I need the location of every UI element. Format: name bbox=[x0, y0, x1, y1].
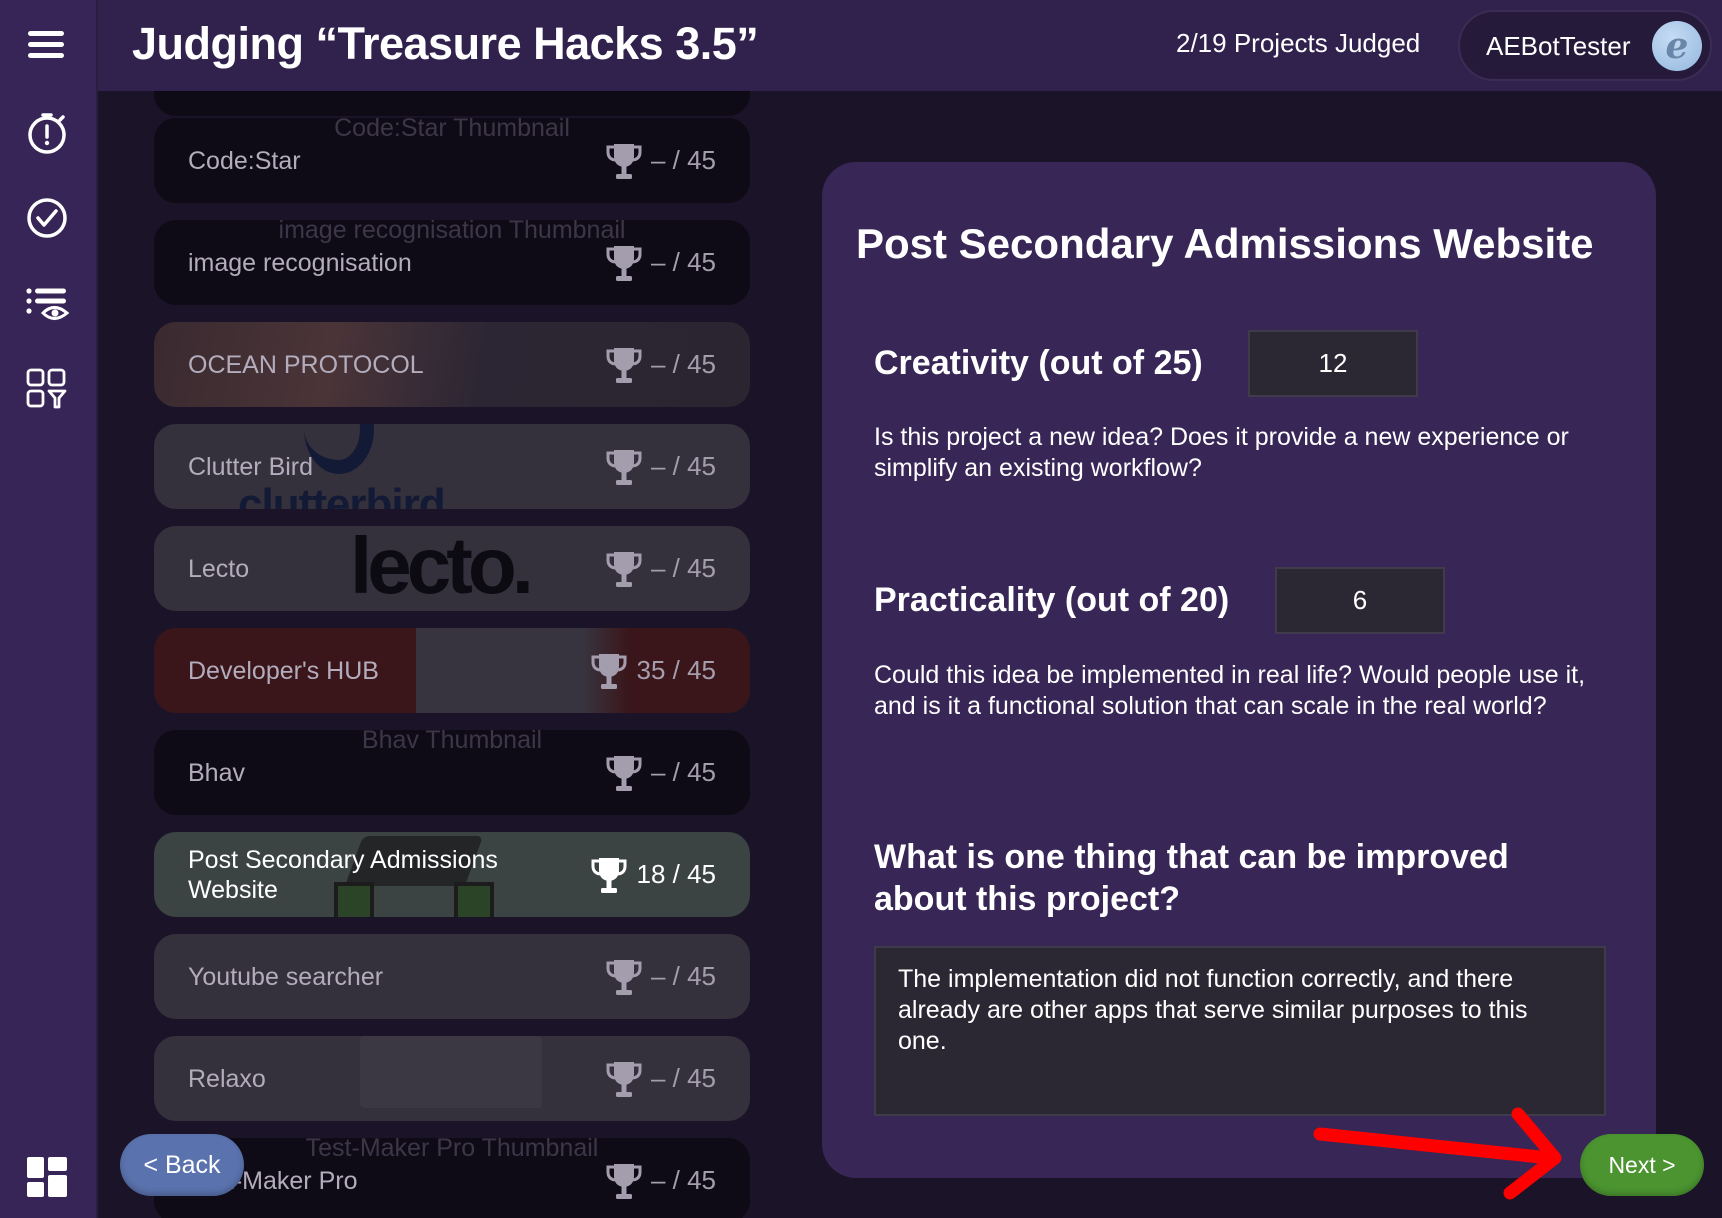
project-title: Post Secondary Admissions Website bbox=[856, 220, 1594, 267]
trophy-icon bbox=[591, 653, 627, 689]
list-eye-icon bbox=[26, 288, 70, 320]
trophy-icon bbox=[606, 245, 642, 281]
project-score: 18 / 45 bbox=[590, 832, 716, 917]
project-card[interactable]: Relaxo – / 45 bbox=[154, 1036, 750, 1121]
project-card-partial[interactable] bbox=[154, 91, 750, 116]
project-card[interactable]: Post Secondary Admissions Website 18 / 45 bbox=[154, 832, 750, 917]
avatar: e bbox=[1652, 21, 1702, 71]
project-score: – / 45 bbox=[605, 1138, 716, 1218]
score-text: – / 45 bbox=[650, 1165, 716, 1195]
project-score: – / 45 bbox=[605, 730, 716, 815]
practicality-description: Could this idea be implemented in real l… bbox=[874, 661, 1586, 720]
judged-progress-text: 2/19 Projects Judged bbox=[1176, 28, 1421, 58]
score-text: 18 / 45 bbox=[636, 859, 716, 889]
trophy-icon bbox=[606, 1061, 642, 1097]
project-score: – / 45 bbox=[605, 220, 716, 305]
back-button[interactable]: < Back bbox=[120, 1134, 244, 1196]
judging-form-panel: Post Secondary Admissions Website Creati… bbox=[822, 162, 1656, 1178]
project-score: – / 45 bbox=[605, 934, 716, 1019]
project-card[interactable]: Youtube searcher – / 45 bbox=[154, 934, 750, 1019]
project-score: – / 45 bbox=[605, 424, 716, 509]
project-name: Developer's HUB bbox=[188, 656, 379, 685]
score-text: – / 45 bbox=[650, 757, 716, 787]
project-name: Relaxo bbox=[188, 1064, 266, 1093]
project-name: Lecto bbox=[188, 554, 250, 583]
score-text: – / 45 bbox=[650, 961, 716, 991]
review-list-button[interactable] bbox=[24, 282, 70, 328]
project-name: Post Secondary Admissions Website bbox=[188, 845, 498, 904]
project-name: Youtube searcher bbox=[188, 962, 384, 991]
sidebar bbox=[0, 0, 98, 1218]
check-circle-icon bbox=[27, 198, 67, 238]
project-name: Code:Star bbox=[188, 146, 301, 175]
project-card[interactable]: Developer's HUB 35 / 45 bbox=[154, 628, 750, 713]
user-name: AEBotTester bbox=[1486, 31, 1631, 61]
practicality-label: Practicality (out of 20) bbox=[874, 581, 1230, 619]
score-text: – / 45 bbox=[650, 1063, 716, 1093]
filter-grid-button[interactable] bbox=[24, 366, 70, 412]
timer-button[interactable] bbox=[24, 110, 70, 156]
stopwatch-alert-icon bbox=[28, 113, 66, 154]
creativity-description: Is this project a new idea? Does it prov… bbox=[874, 423, 1569, 482]
score-text: – / 45 bbox=[650, 553, 716, 583]
trophy-icon bbox=[606, 755, 642, 791]
project-score: – / 45 bbox=[605, 322, 716, 407]
creativity-score-input[interactable] bbox=[1248, 330, 1418, 397]
score-text: 35 / 45 bbox=[636, 655, 716, 685]
trophy-icon bbox=[606, 347, 642, 383]
dashboard-button[interactable] bbox=[24, 1154, 70, 1200]
project-card[interactable]: Bhav Thumbnail Bhav – / 45 bbox=[154, 730, 750, 815]
trophy-icon bbox=[606, 143, 642, 179]
project-card[interactable]: lecto. Lecto – / 45 bbox=[154, 526, 750, 611]
user-menu[interactable]: AEBotTester e bbox=[1458, 10, 1712, 81]
menu-button[interactable] bbox=[24, 22, 70, 68]
project-name: Clutter Bird bbox=[188, 452, 314, 481]
project-card[interactable]: Test-Maker Pro Thumbnail Test-Maker Pro – … bbox=[154, 1138, 750, 1218]
thumbnail-calendar bbox=[360, 1036, 542, 1108]
project-score: – / 45 bbox=[605, 118, 716, 203]
feedback-question: What is one thing that can be improved a… bbox=[874, 838, 1509, 918]
project-card[interactable]: clutterbird Clutter Bird – / 45 bbox=[154, 424, 750, 509]
project-name: OCEAN PROTOCOL bbox=[188, 350, 424, 379]
score-text: – / 45 bbox=[650, 451, 716, 481]
project-card[interactable]: Code:Star Thumbnail Code:Star – / 45 bbox=[154, 118, 750, 203]
judged-button[interactable] bbox=[24, 195, 70, 241]
trophy-icon bbox=[606, 1163, 642, 1199]
project-score: – / 45 bbox=[605, 526, 716, 611]
project-score: – / 45 bbox=[605, 1036, 716, 1121]
page-title: Judging “Treasure Hacks 3.5” bbox=[132, 18, 759, 69]
next-button[interactable]: Next > bbox=[1580, 1134, 1704, 1196]
feedback-textarea[interactable]: The implementation did not function corr… bbox=[874, 946, 1606, 1116]
project-name: image recognisation bbox=[188, 248, 412, 277]
project-score: 35 / 45 bbox=[590, 628, 716, 713]
trophy-icon bbox=[606, 449, 642, 485]
dashboard-icon bbox=[27, 1157, 67, 1197]
top-bar: Judging “Treasure Hacks 3.5” 2/19 Projec… bbox=[98, 0, 1722, 91]
grid-filter-icon bbox=[26, 368, 67, 409]
project-name: Bhav bbox=[188, 758, 245, 787]
score-text: – / 45 bbox=[650, 349, 716, 379]
project-card[interactable]: image recognisation Thumbnail image recog… bbox=[154, 220, 750, 305]
score-text: – / 45 bbox=[650, 247, 716, 277]
hamburger-icon bbox=[28, 31, 64, 58]
project-list[interactable]: Code:Star Thumbnail Code:Star – / 45 image … bbox=[98, 91, 818, 1218]
thumbnail-logo: lecto. bbox=[350, 526, 534, 610]
trophy-icon bbox=[606, 959, 642, 995]
score-text: – / 45 bbox=[650, 145, 716, 175]
creativity-label: Creativity (out of 25) bbox=[874, 344, 1203, 382]
trophy-icon bbox=[591, 857, 627, 893]
trophy-icon bbox=[606, 551, 642, 587]
project-card[interactable]: OCEAN PROTOCOL – / 45 bbox=[154, 322, 750, 407]
practicality-score-input[interactable] bbox=[1275, 567, 1445, 634]
